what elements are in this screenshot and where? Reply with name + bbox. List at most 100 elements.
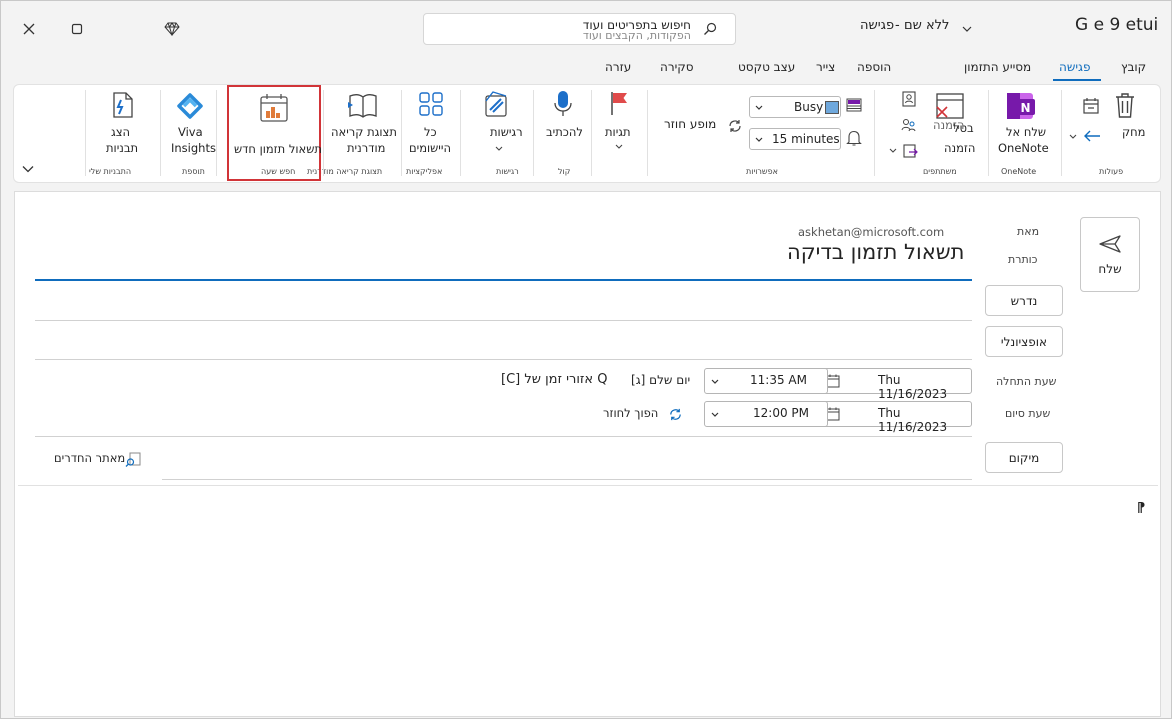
show-as-select[interactable]: Busy — [749, 96, 841, 118]
ribbon-separator — [647, 90, 648, 176]
group-sensitivity-label: רגישות — [496, 167, 519, 176]
send-button[interactable]: שלח — [1080, 217, 1140, 292]
search-icon — [704, 22, 717, 35]
reminder-select[interactable]: 15 minutes — [749, 128, 841, 150]
chevron-down-icon[interactable] — [962, 25, 972, 33]
required-label: נדרש — [1010, 293, 1038, 308]
meeting-window: חיפוש בתפריטים ועוד הפקודות, הקבצים ועוד… — [0, 0, 1172, 719]
ribbon-separator — [460, 90, 461, 176]
divider — [35, 436, 972, 437]
location-button[interactable]: מיקום — [985, 442, 1063, 473]
view-templates-button[interactable] — [107, 90, 135, 123]
group-apps-label: אפליקציות — [406, 167, 443, 176]
all-day-checkbox[interactable]: [ג] יום שלם — [631, 373, 690, 387]
required-button[interactable]: נדרש — [985, 285, 1063, 316]
group-find-time-label: חפש שעה — [261, 167, 296, 176]
time-zones-button[interactable]: [C] אזורי זמן של Q — [501, 372, 607, 387]
premium-button[interactable] — [160, 18, 184, 40]
view-templates-label-1: הצג — [111, 125, 131, 139]
onenote-icon: N — [1007, 93, 1035, 119]
end-date-value: Thu 11/16/2023 — [878, 406, 948, 434]
end-time-value: 12:00 PM — [753, 406, 809, 420]
tab-meeting[interactable]: פגישה — [1059, 60, 1090, 74]
address-book-icon[interactable] — [901, 91, 917, 107]
immersive-reader-icon — [348, 93, 377, 118]
delete-button[interactable] — [1113, 91, 1137, 122]
title-label: כותרת — [1008, 253, 1038, 266]
make-recurring-label: הפוך לחוזר — [603, 406, 659, 420]
group-participants-label: משתתפים — [923, 167, 957, 176]
sensitivity-icon — [485, 91, 507, 117]
location-input-line[interactable] — [162, 479, 972, 480]
tab-insert[interactable]: הוספה — [857, 60, 891, 74]
group-onenote-label: OneNote — [1001, 167, 1037, 176]
tab-format-text[interactable]: עצב טקסט — [738, 60, 795, 74]
chevron-down-icon — [755, 105, 763, 110]
bell-icon — [846, 130, 862, 146]
recurrence-button[interactable]: מופע חוזר — [661, 116, 745, 136]
tab-file[interactable]: קובץ — [1121, 60, 1146, 74]
search-box[interactable]: חיפוש בתפריטים ועוד הפקודות, הקבצים ועוד — [423, 13, 736, 45]
from-label: מאת — [1017, 225, 1040, 238]
recurrence-label: מופע חוזר — [664, 117, 717, 131]
send-to-onenote-label-1: שלח אל — [1006, 125, 1047, 139]
optional-label: אופציונלי — [1000, 334, 1048, 349]
title-underline — [35, 279, 972, 281]
ribbon-expand-chevron-icon[interactable] — [22, 165, 34, 173]
immersive-reader-button[interactable] — [346, 90, 380, 123]
arrow-left-icon[interactable] — [1082, 129, 1102, 143]
start-time-select[interactable]: 11:35 AM — [704, 368, 828, 394]
show-as-icon — [846, 98, 862, 112]
sensitivity-label: רגישות — [490, 125, 523, 139]
viva-insights-button[interactable] — [174, 90, 206, 125]
chevron-down-icon[interactable] — [495, 146, 503, 152]
maximize-button[interactable] — [65, 18, 89, 40]
room-finder-button[interactable]: מאתר החדרים — [53, 450, 145, 470]
ribbon-separator — [533, 90, 534, 176]
scheduling-poll-icon — [260, 94, 288, 122]
message-body[interactable] — [18, 492, 1158, 712]
templates-icon — [113, 92, 133, 118]
end-time-select[interactable]: 12:00 PM — [704, 401, 828, 427]
group-addins-label: תוספת — [182, 167, 205, 176]
send-icon — [1099, 234, 1121, 253]
chevron-down-icon[interactable] — [889, 148, 897, 154]
tab-draw[interactable]: צייר — [816, 60, 835, 74]
tab-scheduling-assistant[interactable]: מסייע התזמון — [964, 60, 1031, 74]
calendar-icon — [826, 407, 840, 421]
group-options-label: אפשרויות — [746, 167, 778, 176]
viva-label-2: Insights — [171, 141, 216, 155]
tab-help[interactable]: עזרה — [605, 60, 631, 74]
new-scheduling-poll-button[interactable]: תשאול תזמון חדש חפש שעה — [227, 85, 322, 181]
optional-button[interactable]: אופציונלי — [985, 326, 1063, 357]
svg-text:N: N — [1020, 101, 1030, 115]
chevron-down-icon[interactable] — [1069, 134, 1077, 140]
send-to-onenote-button[interactable]: N — [1003, 91, 1037, 124]
ribbon-separator — [401, 90, 402, 176]
optional-input-line[interactable] — [35, 359, 972, 360]
dictate-label: להכתיב — [546, 125, 583, 139]
all-apps-button[interactable] — [417, 90, 445, 121]
close-button[interactable] — [17, 18, 41, 40]
tab-review[interactable]: סקירה — [660, 60, 694, 74]
dictate-button[interactable] — [551, 89, 575, 122]
required-input-line[interactable] — [35, 320, 972, 321]
make-recurring-button[interactable]: הפוך לחוזר — [603, 405, 685, 423]
sensitivity-button[interactable] — [482, 90, 510, 121]
end-time-label: שעת סיום — [1005, 407, 1051, 420]
chevron-down-icon[interactable] — [615, 144, 623, 150]
from-value: askhetan@microsoft.com — [798, 225, 945, 239]
group-templates-label: התבניות שלי — [89, 167, 132, 176]
ribbon-separator — [591, 90, 592, 176]
new-scheduling-poll-label: תשאול תזמון חדש — [234, 142, 322, 156]
start-date-picker[interactable]: Thu 11/16/2023 — [820, 368, 972, 401]
people-icon[interactable] — [900, 117, 918, 133]
room-finder-label: מאתר החדרים — [54, 451, 126, 465]
title-input[interactable]: תשאול תזמון בדיקה — [787, 240, 964, 264]
response-options-icon[interactable] — [902, 143, 918, 159]
busy-swatch — [825, 101, 839, 114]
calendar-move-icon[interactable] — [1082, 97, 1100, 115]
tags-button[interactable] — [607, 89, 631, 120]
ribbon-separator — [323, 90, 324, 176]
end-date-picker[interactable]: Thu 11/16/2023 — [820, 401, 972, 434]
